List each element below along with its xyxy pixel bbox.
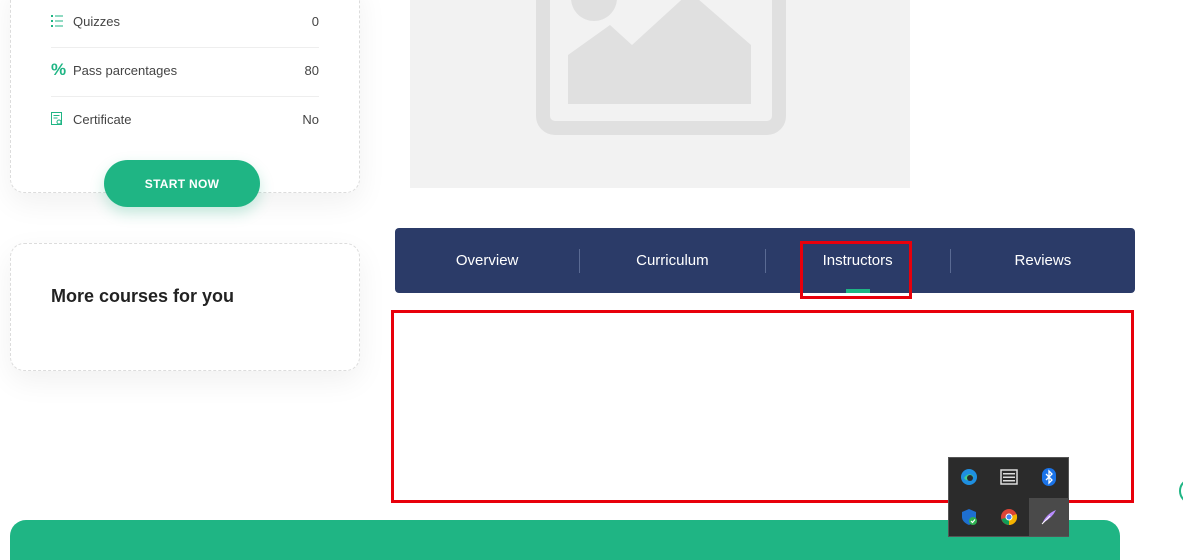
tab-reviews[interactable]: Reviews	[951, 228, 1135, 293]
feather-pen-icon[interactable]	[1029, 498, 1069, 536]
tab-label: Instructors	[822, 252, 893, 269]
more-courses-card: More courses for you	[10, 243, 360, 371]
security-shield-icon[interactable]	[949, 498, 989, 536]
edge-icon[interactable]	[949, 458, 989, 496]
info-label: Certificate	[73, 111, 132, 127]
list-icon	[51, 14, 73, 28]
percent-icon: %	[51, 60, 67, 79]
system-tray-popup	[948, 457, 1069, 537]
start-now-button[interactable]: START NOW	[104, 160, 260, 207]
info-label: Pass parcentages	[73, 62, 178, 78]
image-placeholder-icon	[536, 0, 786, 135]
info-row-pass-percentage: % Pass parcentages 80	[51, 46, 319, 94]
scroll-to-top-button[interactable]	[1179, 478, 1183, 504]
certificate-icon	[51, 112, 73, 126]
course-tabs: Overview Curriculum Instructors Reviews	[395, 228, 1135, 293]
settings-panel-icon[interactable]	[989, 458, 1029, 496]
more-courses-title: More courses for you	[51, 286, 235, 306]
tab-curriculum[interactable]: Curriculum	[580, 228, 764, 293]
active-tab-indicator	[845, 289, 870, 293]
info-value: 80	[304, 62, 319, 78]
chrome-icon[interactable]	[989, 498, 1029, 536]
info-label: Quizzes	[73, 13, 120, 29]
info-row-quizzes: Quizzes 0	[51, 0, 319, 45]
info-value: 0	[311, 13, 319, 29]
tab-label: Curriculum	[636, 252, 709, 269]
info-row-certificate: Certificate No	[51, 95, 319, 143]
tab-instructors[interactable]: Instructors	[766, 228, 950, 293]
tab-overview[interactable]: Overview	[395, 228, 579, 293]
tab-label: Reviews	[1014, 252, 1072, 269]
tab-label: Overview	[455, 252, 519, 269]
course-image-placeholder	[410, 0, 910, 188]
info-value: No	[302, 111, 319, 127]
bluetooth-icon[interactable]	[1029, 458, 1069, 496]
